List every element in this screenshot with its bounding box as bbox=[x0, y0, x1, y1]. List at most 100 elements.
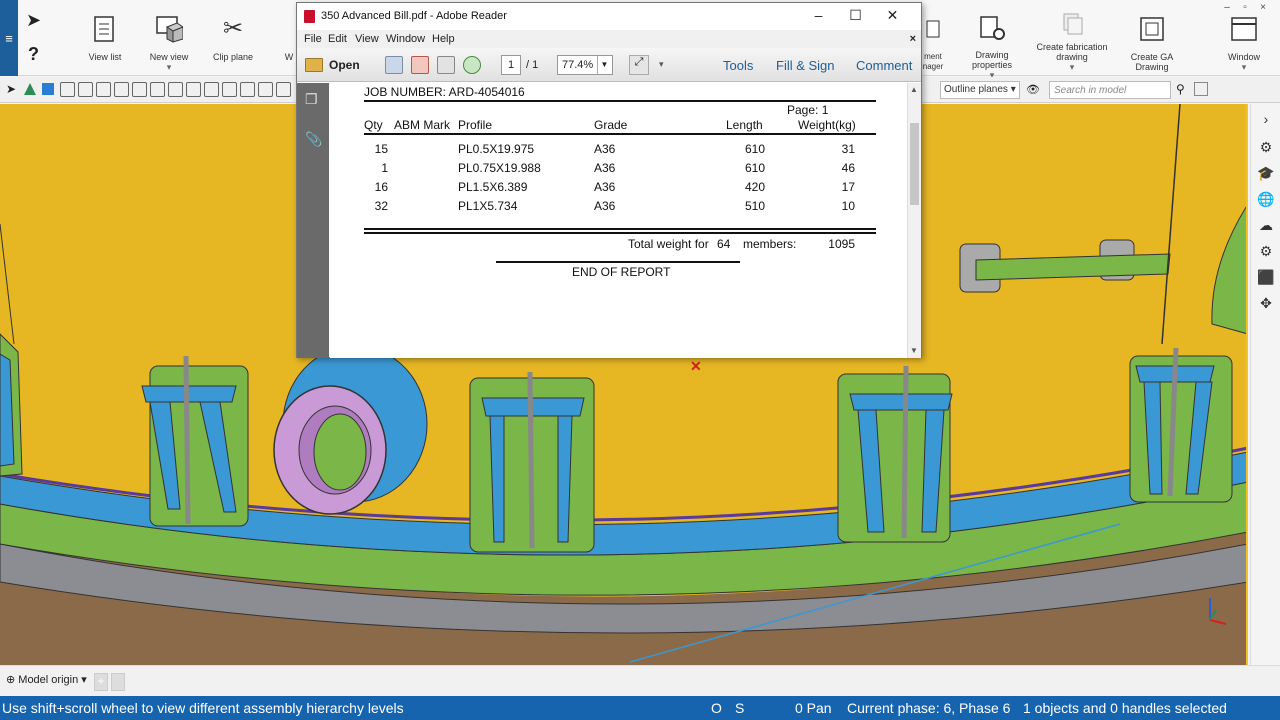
toolbar-more-icon[interactable]: ▾ bbox=[659, 59, 664, 70]
green-triangle-icon[interactable] bbox=[24, 83, 36, 95]
education-icon[interactable]: 🎓 bbox=[1257, 164, 1275, 182]
minimize-icon[interactable]: – bbox=[1218, 2, 1236, 13]
create-ga-drawing-label: Create GA Drawing bbox=[1130, 52, 1174, 72]
chevron-down-icon[interactable]: ▼ bbox=[597, 56, 611, 74]
pdf-document: JOB NUMBER: ARD-4054016 Page: 1 Qty ABM … bbox=[330, 83, 907, 358]
export-pdf-icon[interactable] bbox=[411, 56, 429, 74]
divider bbox=[364, 232, 876, 234]
outline-planes-select[interactable]: Outline planes ▾ bbox=[940, 81, 1020, 99]
attachment-icon[interactable]: 📎 bbox=[305, 131, 322, 149]
dots-icon[interactable] bbox=[150, 82, 165, 97]
folder-icon bbox=[305, 58, 323, 72]
scroll-thumb[interactable] bbox=[910, 123, 919, 205]
menu-edit[interactable]: Edit bbox=[328, 33, 347, 45]
app-menu-button[interactable]: ≡ bbox=[0, 0, 18, 76]
create-ga-drawing-button[interactable]: Create GA Drawing bbox=[1116, 6, 1188, 72]
globe-icon[interactable]: 🌐 bbox=[1257, 190, 1275, 208]
table-cell-length: 420 bbox=[744, 180, 765, 194]
new-view-label: New view bbox=[149, 52, 189, 62]
zoom-value: 77.4% bbox=[562, 59, 594, 71]
pointer-icon[interactable]: ➤ bbox=[6, 82, 16, 96]
menu-view[interactable]: View bbox=[355, 33, 379, 45]
reader-minimize-icon[interactable]: – bbox=[800, 7, 837, 23]
components-icon[interactable]: ✥ bbox=[1257, 294, 1275, 312]
select-tool-icon[interactable]: ➤ bbox=[26, 10, 52, 34]
vertical-scrollbar[interactable]: ▲ ▼ bbox=[907, 83, 921, 358]
cloud-icon[interactable]: ☁ bbox=[1257, 216, 1275, 234]
search-icon[interactable]: ⚲ bbox=[1176, 82, 1190, 96]
properties-icon[interactable]: ⚙ bbox=[1257, 138, 1275, 156]
cube-panel-icon[interactable]: ⬛ bbox=[1257, 268, 1275, 286]
window-icon bbox=[1229, 14, 1259, 44]
hash-icon[interactable] bbox=[132, 82, 147, 97]
drawing-properties-button[interactable]: Drawing properties ▾ bbox=[956, 6, 1028, 80]
eye-icon[interactable]: 👁 bbox=[1026, 83, 1040, 96]
upload-icon[interactable] bbox=[463, 56, 481, 74]
search-model-input[interactable] bbox=[1049, 81, 1171, 99]
pages-icon[interactable]: ❐ bbox=[305, 91, 321, 109]
divider bbox=[364, 100, 876, 102]
add-work-plane-button[interactable]: + bbox=[94, 673, 108, 691]
outline-planes-label: Outline planes bbox=[944, 84, 1008, 95]
grid-icon[interactable] bbox=[60, 82, 75, 97]
curve-icon[interactable] bbox=[276, 82, 291, 97]
chevron-right-icon[interactable]: › bbox=[1257, 110, 1275, 128]
restore-icon[interactable]: ▫ bbox=[1236, 2, 1254, 13]
tab-tools[interactable]: Tools bbox=[723, 58, 753, 73]
fabrication-dropdown-icon[interactable]: ▾ bbox=[1070, 62, 1075, 72]
model-origin-select[interactable]: ⊕ Model origin ▾ bbox=[6, 673, 87, 686]
snap-icon[interactable] bbox=[168, 82, 183, 97]
new-view-button[interactable]: New view ▾ bbox=[146, 6, 192, 72]
divider bbox=[364, 228, 876, 230]
adobe-reader-window: 350 Advanced Bill.pdf - Adobe Reader – ☐ ✕… bbox=[296, 2, 922, 358]
help-icon[interactable]: ? bbox=[28, 44, 54, 68]
search-options-icon[interactable] bbox=[1194, 82, 1208, 96]
document-manager-label: ment nager bbox=[922, 52, 944, 71]
menu-window[interactable]: Window bbox=[386, 33, 425, 45]
create-fabrication-drawing-label: Create fabrication drawing bbox=[1036, 42, 1108, 62]
blue-square-icon[interactable] bbox=[42, 83, 54, 95]
document-manager-button[interactable]: ment nager bbox=[922, 6, 944, 72]
close-icon[interactable]: × bbox=[1254, 2, 1272, 13]
create-pdf-icon[interactable] bbox=[385, 56, 403, 74]
scroll-down-icon[interactable]: ▼ bbox=[910, 346, 918, 355]
page-label: Page: 1 bbox=[787, 103, 829, 117]
window-button[interactable]: Window ▾ bbox=[1222, 6, 1266, 72]
arrow-snap-icon[interactable] bbox=[186, 82, 201, 97]
line-icon[interactable] bbox=[240, 82, 255, 97]
new-view-dropdown-icon[interactable]: ▾ bbox=[167, 62, 172, 72]
close-document-icon[interactable]: × bbox=[910, 33, 916, 45]
w-button[interactable]: W bbox=[282, 6, 296, 72]
square-snap-icon[interactable] bbox=[204, 82, 219, 97]
edit-pdf-icon[interactable] bbox=[437, 56, 455, 74]
open-button[interactable]: Open bbox=[305, 54, 360, 76]
job-number: JOB NUMBER: ARD-4054016 bbox=[364, 85, 525, 99]
menu-file[interactable]: File bbox=[304, 33, 322, 45]
new-view-icon bbox=[154, 14, 184, 44]
cube-icon[interactable] bbox=[96, 82, 111, 97]
reader-title-bar[interactable]: 350 Advanced Bill.pdf - Adobe Reader – ☐ ✕ bbox=[297, 3, 921, 30]
window-dropdown-icon[interactable]: ▾ bbox=[1242, 62, 1247, 72]
clip-plane-button[interactable]: ✂ Clip plane bbox=[210, 6, 256, 72]
dash-icon[interactable] bbox=[222, 82, 237, 97]
scroll-up-icon[interactable]: ▲ bbox=[910, 85, 918, 94]
table-cell-qty: 15 bbox=[374, 142, 388, 156]
tab-comment[interactable]: Comment bbox=[856, 58, 912, 73]
fit-page-icon[interactable]: ⤢ bbox=[629, 55, 649, 75]
view-list-label: View list bbox=[88, 52, 122, 62]
reader-maximize-icon[interactable]: ☐ bbox=[837, 7, 874, 24]
table-cell-grade: A36 bbox=[594, 180, 616, 194]
menu-help[interactable]: Help bbox=[432, 33, 455, 45]
view-list-button[interactable]: View list bbox=[84, 6, 126, 72]
chevron-down-icon: ▾ bbox=[81, 674, 87, 686]
page-number-input[interactable]: 1 bbox=[501, 55, 521, 75]
angle-icon[interactable] bbox=[258, 82, 273, 97]
tab-fill-sign[interactable]: Fill & Sign bbox=[776, 58, 835, 73]
gear-icon[interactable]: ⚙ bbox=[1257, 242, 1275, 260]
table-cell-qty: 32 bbox=[374, 199, 388, 213]
points-icon[interactable] bbox=[78, 82, 93, 97]
work-plane-option-button[interactable] bbox=[111, 673, 125, 691]
create-fabrication-drawing-button[interactable]: Create fabrication drawing ▾ bbox=[1036, 6, 1108, 72]
reader-close-icon[interactable]: ✕ bbox=[874, 7, 911, 24]
box-icon[interactable] bbox=[114, 82, 129, 97]
